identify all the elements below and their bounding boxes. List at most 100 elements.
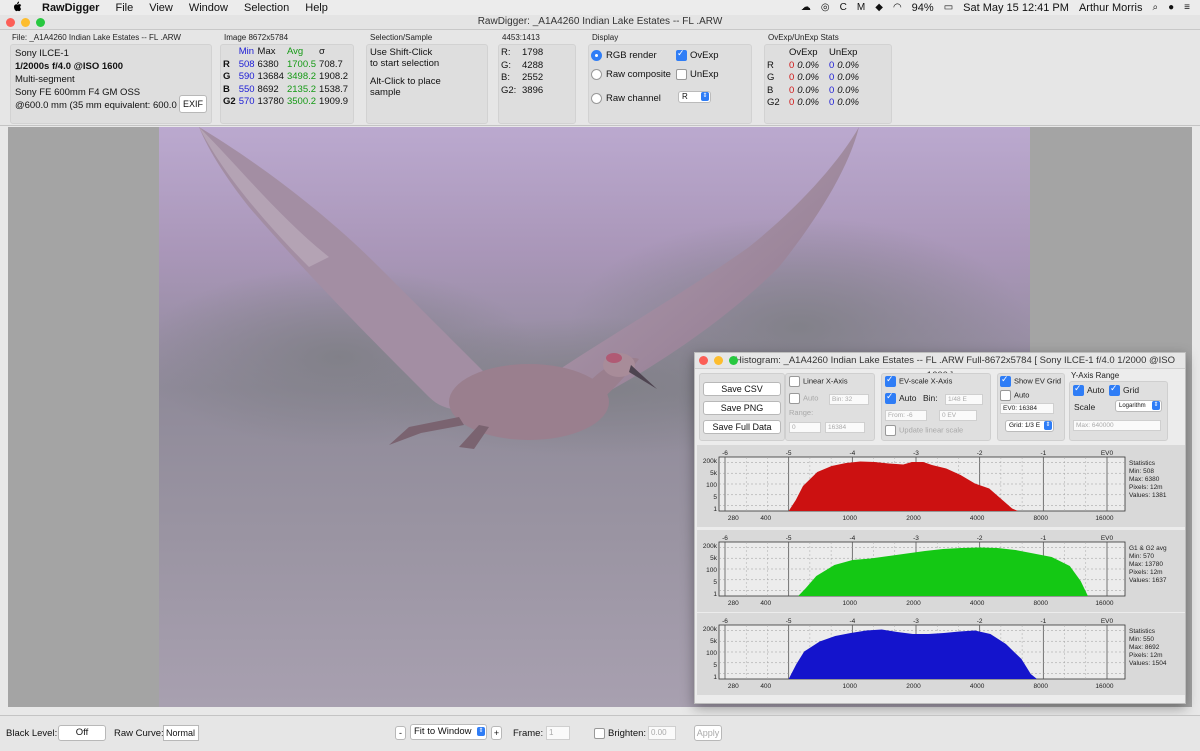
table-row: R 508 6380 1700.5 708.7 [223, 59, 351, 72]
menu-user[interactable]: Arthur Morris [1079, 2, 1143, 14]
ev-tick-label: -4 [849, 535, 855, 542]
apple-icon[interactable] [12, 1, 28, 15]
ev-scale-checkbox[interactable]: EV-scale X-Axis [885, 374, 952, 387]
app-menu[interactable]: RawDigger [42, 2, 99, 14]
scale-label: Scale [1074, 402, 1096, 412]
unexp-checkbox[interactable]: UnExp [676, 69, 719, 80]
raw-channel-select[interactable]: R ⇕ [678, 91, 711, 103]
rgb-render-radio[interactable]: RGB render [591, 50, 657, 61]
cell-max: 13684 [257, 71, 284, 82]
panel-stat: Max: 13780 [1129, 561, 1163, 568]
ev0-field[interactable]: EV0: 16384 [1000, 403, 1054, 414]
ovexp-checkbox[interactable]: OvExp [676, 48, 719, 62]
close-histogram-button[interactable] [699, 356, 708, 365]
frame-field[interactable]: 1 [546, 726, 570, 740]
cell-pct: 0.0% [797, 97, 819, 108]
to-ev-field[interactable]: 0 EV [939, 410, 977, 421]
linear-x-checkbox[interactable]: Linear X-Axis [789, 376, 848, 387]
save-png-button[interactable]: Save PNG [703, 401, 781, 415]
show-ev-grid-checkbox[interactable]: Show EV Grid [1000, 374, 1061, 387]
dropbox-icon[interactable]: ◆ [875, 2, 883, 13]
grid-select[interactable]: Grid: 1/3 E ⇕ [1005, 420, 1054, 432]
cell-min: 550 [238, 83, 255, 95]
table-row: B 0 0.0% 0 0.0% [767, 85, 862, 98]
ev-tick-label: -1 [1040, 618, 1046, 625]
cell-sigma: 1909.9 [319, 96, 349, 107]
col-unexp: UnExp [828, 47, 858, 58]
save-full-data-button[interactable]: Save Full Data [703, 420, 781, 434]
from-ev-field[interactable]: From: -6 [885, 410, 927, 421]
user-avatar-icon[interactable]: ● [1168, 2, 1174, 13]
cell-pct: 0.0% [797, 59, 819, 71]
y-tick-label: 1 [713, 591, 717, 598]
search-icon[interactable]: ⌕ [1153, 2, 1159, 13]
checkbox-icon [1000, 390, 1011, 401]
ev-bin-field[interactable]: 1/48 E [945, 394, 983, 405]
minimize-histogram-button[interactable] [714, 356, 723, 365]
menu-view[interactable]: View [149, 2, 173, 14]
y-max-field[interactable]: Max: 640000 [1073, 420, 1161, 431]
ev-auto-checkbox[interactable]: Auto [885, 391, 917, 405]
x-tick-label: 16000 [1095, 600, 1113, 607]
creative-cloud-icon[interactable]: ☁ [801, 2, 811, 13]
malwarebytes-icon[interactable]: M [857, 2, 865, 13]
ev-tick-label: EV0 [1101, 535, 1114, 542]
control-center-icon[interactable]: ≡ [1184, 2, 1190, 13]
selection-hint-3: Alt-Click to place [370, 76, 441, 87]
table-row: B: 2552 [501, 72, 546, 85]
checkbox-icon [789, 376, 800, 387]
cell-pct: 0.0% [837, 97, 859, 108]
cell-avg: 1700.5 [286, 58, 317, 70]
zoom-in-button[interactable]: + [491, 726, 502, 740]
linear-auto-checkbox[interactable]: Auto [789, 393, 818, 404]
row-label: B: [501, 72, 510, 83]
raw-curve-field[interactable]: Normal [163, 725, 199, 741]
minimize-window-button[interactable] [21, 18, 30, 27]
range-from-field[interactable]: 0 [789, 422, 821, 433]
battery-icon[interactable]: ▭ [944, 2, 953, 13]
brighten-field[interactable]: 0.00 [648, 726, 676, 740]
wifi-icon[interactable]: ◠ [893, 2, 902, 13]
auto-label: Auto [803, 393, 819, 403]
update-linear-checkbox[interactable]: Update linear scale [885, 425, 963, 436]
ovexp-label: OvExp [690, 50, 719, 62]
scale-select[interactable]: Logarithm ⇕ [1115, 400, 1162, 412]
raw-channel-radio[interactable]: Raw channel [591, 93, 661, 104]
x-tick-label: 280 [728, 515, 739, 522]
file-header: File: _A1A4260 Indian Lake Estates -- FL… [12, 33, 181, 42]
menu-window[interactable]: Window [189, 2, 228, 14]
ev-tick-label: -1 [1040, 535, 1046, 542]
menu-file[interactable]: File [115, 2, 133, 14]
apply-button[interactable]: Apply [694, 725, 722, 741]
messenger-icon[interactable]: ◎ [821, 2, 830, 13]
zoom-out-button[interactable]: - [395, 726, 406, 740]
x-tick-label: 16000 [1095, 683, 1113, 690]
ev-tick-label: -2 [977, 450, 983, 457]
brighten-checkbox[interactable]: Brighten: [594, 728, 646, 739]
black-level-field[interactable]: Off [58, 725, 106, 741]
table-row: R 0 0.0% 0 0.0% [767, 60, 862, 73]
zoom-histogram-button[interactable] [729, 356, 738, 365]
raw-composite-radio[interactable]: Raw composite [591, 69, 671, 80]
row-label: G2 [767, 97, 780, 108]
panel-stat: Values: 1381 [1129, 492, 1167, 499]
zoom-select[interactable]: Fit to Window ⇕ [410, 724, 487, 740]
y-auto-label: Auto [1087, 385, 1105, 395]
menu-datetime[interactable]: Sat May 15 12:41 PM [963, 2, 1069, 14]
range-to-field[interactable]: 16384 [825, 422, 865, 433]
brighten-label: Brighten: [608, 728, 647, 740]
battery-percent: 94% [911, 1, 934, 14]
ev-tick-label: -3 [913, 535, 919, 542]
panel-stat: G1 & G2 avg [1129, 545, 1167, 552]
close-window-button[interactable] [6, 18, 15, 27]
save-csv-button[interactable]: Save CSV [703, 382, 781, 396]
menu-selection[interactable]: Selection [244, 2, 289, 14]
y-grid-checkbox[interactable]: Grid [1109, 383, 1139, 397]
bin-field[interactable]: Bin: 32 [829, 394, 869, 405]
ev-grid-auto-checkbox[interactable]: Auto [1000, 390, 1029, 401]
menu-help[interactable]: Help [305, 2, 328, 14]
y-auto-checkbox[interactable]: Auto [1073, 383, 1105, 397]
c-app-icon[interactable]: C [840, 2, 847, 13]
zoom-window-button[interactable] [36, 18, 45, 27]
exif-button[interactable]: EXIF [179, 95, 207, 113]
